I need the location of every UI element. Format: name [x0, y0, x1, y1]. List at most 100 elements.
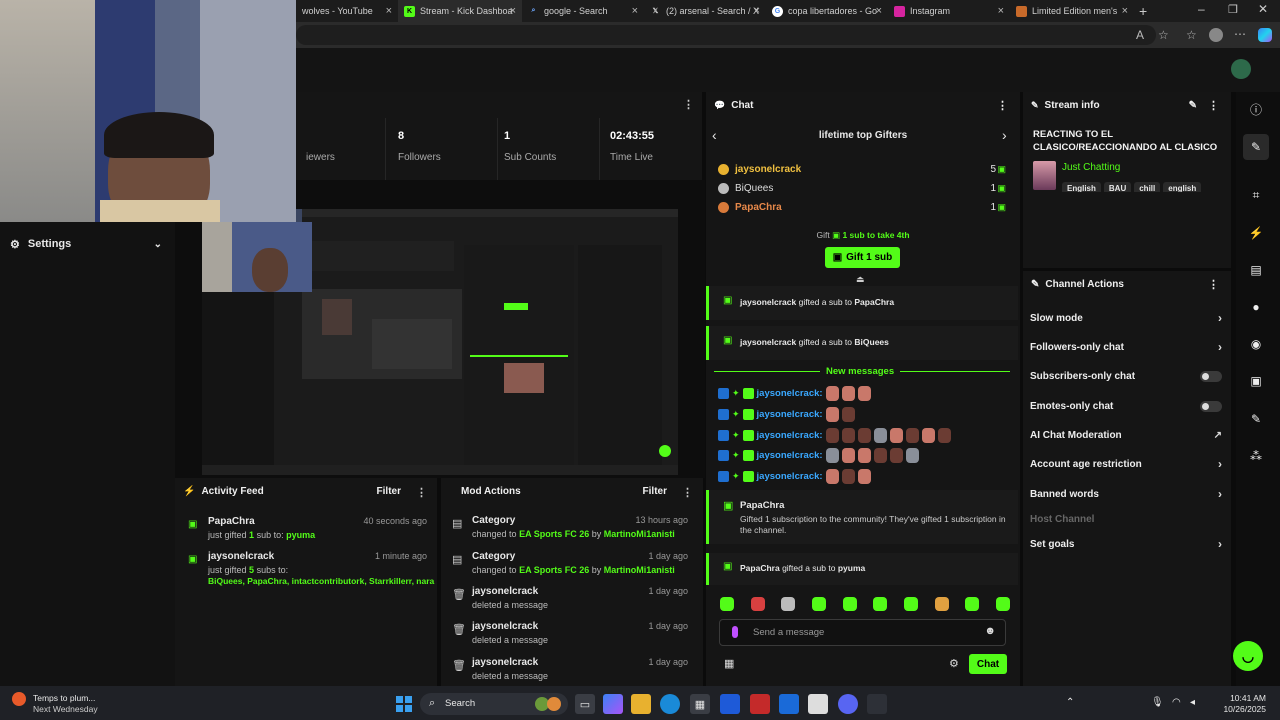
- quick-emote[interactable]: [873, 597, 888, 611]
- send-chat-button[interactable]: Chat: [969, 654, 1007, 674]
- emote[interactable]: [841, 468, 855, 484]
- support-chat-button[interactable]: ◡: [1233, 641, 1263, 671]
- quick-emote[interactable]: [842, 597, 857, 611]
- new-tab-button[interactable]: +: [1139, 3, 1147, 19]
- quick-emote[interactable]: [720, 597, 734, 611]
- channel-action-6[interactable]: Banned words ›: [1030, 485, 1224, 503]
- message-user[interactable]: jaysonelcrack:: [757, 430, 823, 441]
- emote[interactable]: [889, 447, 903, 463]
- emote[interactable]: [841, 447, 855, 463]
- gear-icon[interactable]: ⚙: [949, 657, 959, 670]
- channel-action-0[interactable]: Slow mode ›: [1030, 309, 1224, 327]
- obs-icon[interactable]: [867, 694, 887, 714]
- wifi-icon[interactable]: ◠: [1172, 697, 1181, 708]
- microphone-icon[interactable]: [732, 626, 738, 638]
- message-user[interactable]: jaysonelcrack:: [757, 388, 823, 399]
- gifter-name[interactable]: PapaChra: [735, 202, 782, 213]
- apps-icon[interactable]: ⁂: [1243, 443, 1269, 469]
- edit-icon[interactable]: ✎: [1243, 134, 1269, 160]
- emote[interactable]: [825, 447, 839, 463]
- close-tab-icon[interactable]: ×: [1122, 5, 1128, 17]
- tab-instagram[interactable]: Instagram ×: [888, 0, 1010, 22]
- clock-date[interactable]: 10/26/2025: [1218, 704, 1266, 714]
- chevron-right-icon[interactable]: ›: [1002, 127, 1007, 143]
- read-aloud-icon[interactable]: A: [1136, 28, 1144, 42]
- mod-action-title[interactable]: Category: [472, 551, 515, 562]
- microphone-icon[interactable]: 🎙: [1151, 697, 1164, 708]
- mod-action-title[interactable]: Category: [472, 515, 515, 526]
- emote[interactable]: [825, 385, 839, 401]
- emote[interactable]: [857, 427, 871, 443]
- toggle-switch[interactable]: [1200, 370, 1222, 382]
- discord-icon[interactable]: [838, 694, 858, 714]
- wrench-icon[interactable]: ✎: [1243, 406, 1269, 432]
- settings-menu[interactable]: ⚙ Settings ⌄: [10, 234, 170, 254]
- emote[interactable]: [873, 427, 887, 443]
- mail-icon[interactable]: [808, 694, 828, 714]
- close-tab-icon[interactable]: ×: [510, 5, 516, 17]
- close-tab-icon[interactable]: ×: [386, 5, 392, 17]
- channel-action-2[interactable]: Subscribers-only chat: [1030, 367, 1224, 385]
- emote[interactable]: [825, 468, 839, 484]
- channel-action-4[interactable]: AI Chat Moderation ↗: [1030, 426, 1224, 444]
- windows-start-icon[interactable]: [396, 696, 412, 712]
- message-user[interactable]: jaysonelcrack:: [757, 450, 823, 461]
- weather-text[interactable]: Temps to plum...: [33, 693, 95, 703]
- emote[interactable]: [825, 427, 839, 443]
- tab-kick-dashboard[interactable]: K Stream - Kick Dashboa ×: [398, 0, 522, 22]
- close-tab-icon[interactable]: ×: [998, 5, 1004, 17]
- new-messages-label[interactable]: New messages: [820, 366, 901, 377]
- favorite-star-icon[interactable]: ☆: [1158, 28, 1169, 42]
- emoji-icon[interactable]: ☻: [984, 625, 996, 637]
- store-icon[interactable]: ▦: [690, 694, 710, 714]
- clock-time[interactable]: 10:41 AM: [1230, 693, 1266, 703]
- mod-action-title[interactable]: jaysonelcrack: [472, 657, 538, 668]
- message-user[interactable]: jaysonelcrack:: [757, 471, 823, 482]
- chevron-left-icon[interactable]: ‹: [712, 127, 717, 143]
- minimize-icon[interactable]: –: [1198, 2, 1205, 16]
- emote[interactable]: [841, 406, 855, 422]
- profile-avatar[interactable]: [1209, 28, 1223, 42]
- channel-action-8[interactable]: Set goals ›: [1030, 535, 1224, 553]
- channel-action-3[interactable]: Emotes-only chat: [1030, 397, 1224, 415]
- copilot-icon[interactable]: [603, 694, 623, 714]
- favorites-icon[interactable]: ☆: [1186, 28, 1197, 42]
- quick-emote[interactable]: [965, 597, 980, 611]
- taskbar-search[interactable]: ⌕ Search: [420, 693, 568, 715]
- task-view-icon[interactable]: ▭: [575, 694, 595, 714]
- quick-emote[interactable]: [811, 597, 826, 611]
- maximize-icon[interactable]: ❐: [1228, 3, 1238, 16]
- copilot-icon[interactable]: [1258, 28, 1272, 42]
- store-icon[interactable]: ▦: [724, 657, 734, 670]
- stream-tag[interactable]: chill: [1134, 182, 1161, 192]
- tab-google[interactable]: G copa libertadores - Go ×: [766, 0, 888, 22]
- tab-google-search[interactable]: ⌕ google - Search ×: [522, 0, 644, 22]
- emote[interactable]: [905, 427, 919, 443]
- close-tab-icon[interactable]: ×: [754, 5, 760, 17]
- vscode-icon[interactable]: [720, 694, 740, 714]
- broadcast-icon[interactable]: ◉: [1243, 331, 1269, 357]
- lightning-icon[interactable]: ⚡: [1243, 220, 1269, 246]
- message-user[interactable]: jaysonelcrack:: [757, 409, 823, 420]
- stream-tag[interactable]: English: [1062, 182, 1101, 192]
- emote[interactable]: [825, 406, 839, 422]
- emote[interactable]: [841, 385, 855, 401]
- emote[interactable]: [857, 468, 871, 484]
- mod-action-title[interactable]: jaysonelcrack: [472, 586, 538, 597]
- message-user[interactable]: PapaChra: [740, 500, 784, 511]
- stats-menu-icon[interactable]: ⋮: [683, 98, 694, 111]
- channel-action-1[interactable]: Followers-only chat ›: [1030, 338, 1224, 356]
- stream-info-menu-icon[interactable]: ⋮: [1208, 99, 1219, 112]
- emote[interactable]: [889, 427, 903, 443]
- edit-icon[interactable]: ✎: [1189, 100, 1197, 111]
- quick-emote[interactable]: [781, 597, 796, 611]
- category-thumbnail[interactable]: [1033, 161, 1056, 190]
- stream-tag[interactable]: english: [1163, 182, 1202, 192]
- activity-user[interactable]: jaysonelcrack: [208, 551, 274, 562]
- emote[interactable]: [937, 427, 951, 443]
- mod-action-title[interactable]: jaysonelcrack: [472, 621, 538, 632]
- outlook-icon[interactable]: [779, 694, 799, 714]
- emote[interactable]: [857, 385, 871, 401]
- tab-shop[interactable]: Limited Edition men's ×: [1010, 0, 1134, 22]
- layout-icon[interactable]: ▣: [1243, 368, 1269, 394]
